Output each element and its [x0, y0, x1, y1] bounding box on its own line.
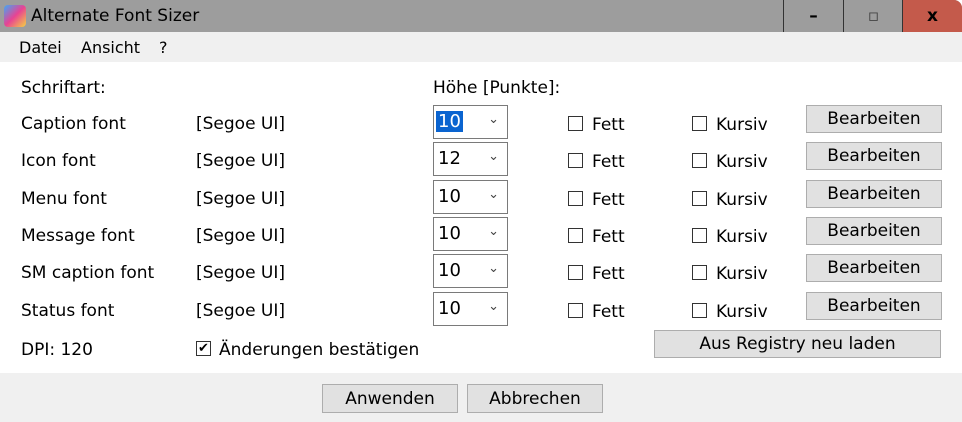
italic-checkbox[interactable]: [692, 303, 707, 318]
italic-label: Kursiv: [716, 264, 768, 284]
font-name: Message font: [21, 226, 135, 246]
size-combobox[interactable]: 12 ⌄: [433, 142, 508, 176]
font-header: Schriftart:: [21, 78, 106, 98]
chevron-down-icon: ⌄: [488, 224, 499, 239]
italic-label: Kursiv: [716, 190, 768, 210]
confirm-label: Änderungen bestätigen: [219, 340, 420, 360]
size-combobox[interactable]: 10 ⌄: [433, 217, 508, 251]
bold-checkbox[interactable]: [568, 191, 583, 206]
italic-label: Kursiv: [716, 227, 768, 247]
height-header: Höhe [Punkte]:: [433, 78, 561, 98]
menu-bar: [0, 32, 962, 62]
bold-checkbox[interactable]: [568, 153, 583, 168]
italic-label: Kursiv: [716, 302, 768, 322]
italic-label: Kursiv: [716, 152, 768, 172]
font-face: [Segoe UI]: [196, 301, 286, 321]
font-name: Caption font: [21, 114, 126, 134]
bold-checkbox[interactable]: [568, 303, 583, 318]
bold-checkbox[interactable]: [568, 116, 583, 131]
chevron-down-icon: ⌄: [488, 261, 499, 276]
close-button[interactable]: x: [902, 0, 962, 32]
italic-checkbox[interactable]: [692, 116, 707, 131]
size-value: 12: [438, 148, 461, 169]
font-face: [Segoe UI]: [196, 226, 286, 246]
size-combobox[interactable]: 10 ⌄: [433, 105, 508, 139]
bold-label: Fett: [592, 264, 625, 284]
dpi-label: DPI: 120: [21, 340, 93, 360]
edit-button[interactable]: Bearbeiten: [806, 254, 942, 282]
edit-button[interactable]: Bearbeiten: [806, 217, 942, 245]
app-icon: [4, 5, 26, 27]
font-face: [Segoe UI]: [196, 151, 286, 171]
size-value: 10: [438, 260, 461, 281]
italic-checkbox[interactable]: [692, 228, 707, 243]
bold-label: Fett: [592, 152, 625, 172]
edit-button[interactable]: Bearbeiten: [806, 180, 942, 208]
size-value: 10: [438, 223, 461, 244]
size-value: 10: [438, 298, 461, 319]
size-combobox[interactable]: 10 ⌄: [433, 180, 508, 214]
chevron-down-icon: ⌄: [488, 187, 499, 202]
chevron-down-icon: ⌄: [488, 112, 499, 127]
font-name: Menu font: [21, 189, 107, 209]
bold-label: Fett: [592, 190, 625, 210]
maximize-button[interactable]: ▫: [843, 0, 903, 32]
bold-checkbox[interactable]: [568, 228, 583, 243]
font-name: Status font: [21, 301, 115, 321]
reload-registry-button[interactable]: Aus Registry neu laden: [654, 330, 941, 358]
bold-label: Fett: [592, 115, 625, 135]
italic-checkbox[interactable]: [692, 265, 707, 280]
menu-help[interactable]: ?: [159, 38, 168, 57]
size-combobox[interactable]: 10 ⌄: [433, 292, 508, 326]
font-name: Icon font: [21, 151, 96, 171]
menu-datei[interactable]: Datei: [19, 38, 62, 57]
font-name: SM caption font: [21, 263, 155, 283]
font-face: [Segoe UI]: [196, 263, 286, 283]
confirm-checkbox[interactable]: ✔: [196, 341, 211, 356]
bold-label: Fett: [592, 227, 625, 247]
cancel-button[interactable]: Abbrechen: [467, 384, 603, 413]
edit-button[interactable]: Bearbeiten: [806, 105, 942, 133]
font-face: [Segoe UI]: [196, 114, 286, 134]
edit-button[interactable]: Bearbeiten: [806, 142, 942, 170]
size-value: 10: [438, 186, 461, 207]
apply-button[interactable]: Anwenden: [322, 384, 458, 413]
chevron-down-icon: ⌄: [488, 299, 499, 314]
size-value: 10: [436, 111, 463, 132]
edit-button[interactable]: Bearbeiten: [806, 292, 942, 320]
italic-label: Kursiv: [716, 115, 768, 135]
bold-label: Fett: [592, 302, 625, 322]
italic-checkbox[interactable]: [692, 191, 707, 206]
size-combobox[interactable]: 10 ⌄: [433, 254, 508, 288]
window-title: Alternate Font Sizer: [31, 6, 200, 26]
chevron-down-icon: ⌄: [488, 149, 499, 164]
minimize-button[interactable]: –: [783, 0, 843, 32]
menu-ansicht[interactable]: Ansicht: [81, 38, 140, 57]
font-face: [Segoe UI]: [196, 189, 286, 209]
italic-checkbox[interactable]: [692, 153, 707, 168]
bold-checkbox[interactable]: [568, 265, 583, 280]
